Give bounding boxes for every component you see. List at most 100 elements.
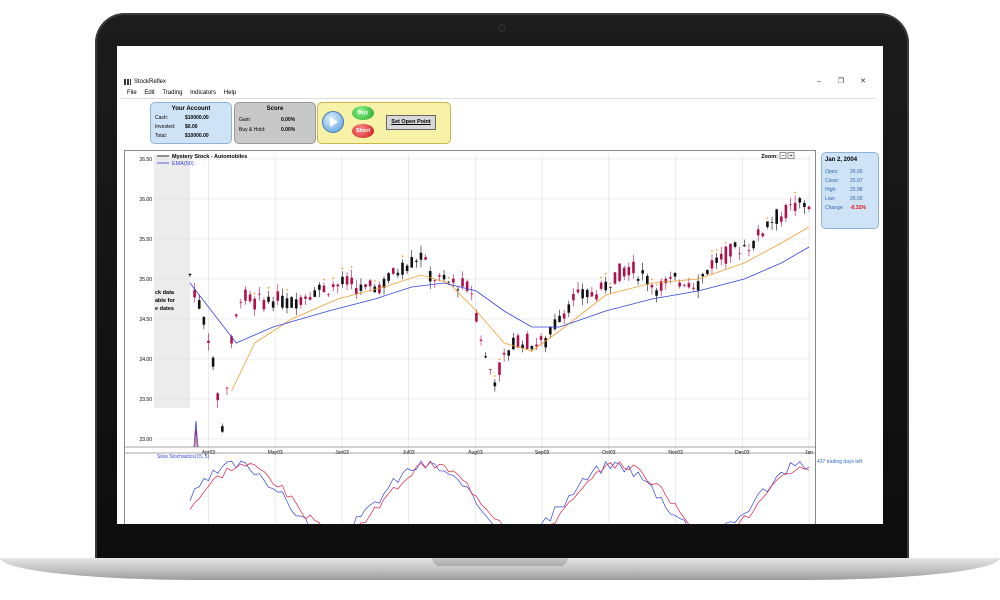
invested-label: Invested: <box>155 124 176 130</box>
candle <box>803 202 806 208</box>
candle <box>729 243 732 257</box>
candle <box>692 287 695 289</box>
candle <box>609 286 612 288</box>
candle <box>438 275 441 277</box>
candle <box>396 272 400 276</box>
stochastic-k-line <box>189 460 810 524</box>
signal-marker <box>711 250 713 252</box>
signal-marker <box>323 278 325 281</box>
close-button[interactable]: ✕ <box>853 76 873 88</box>
score-title: Score <box>266 106 284 112</box>
candle <box>225 387 229 389</box>
zoom-out-icon: − <box>781 154 785 160</box>
candle <box>590 292 594 297</box>
candle <box>391 268 395 274</box>
signal-marker <box>724 241 727 244</box>
menu-indicators[interactable]: Indicators <box>190 88 216 98</box>
candle <box>271 301 275 308</box>
signal-marker <box>655 283 658 286</box>
candle <box>724 246 728 264</box>
candle <box>682 284 686 286</box>
set-open-point-button[interactable]: Set Open Point <box>386 115 436 130</box>
menu-help[interactable]: Help <box>224 88 236 98</box>
low-label: Low: <box>825 196 836 202</box>
y-tick-label: 25.00 <box>139 277 152 283</box>
cash-label: Cash: <box>155 115 169 121</box>
candle <box>581 289 584 299</box>
candle <box>387 273 390 281</box>
candle <box>281 295 284 308</box>
candle <box>285 298 289 309</box>
candle <box>188 273 192 276</box>
menu-trading[interactable]: Trading <box>162 88 182 98</box>
gain-label: Gain: <box>239 117 251 123</box>
candle <box>294 299 298 309</box>
short-button[interactable]: Short <box>352 124 374 138</box>
maximize-button[interactable]: ❐ <box>831 76 851 88</box>
stochastics-label: Slow Stochastics(15, 5) <box>157 454 210 460</box>
quote-date: Jan 2, 2004 <box>825 157 858 163</box>
candle <box>484 356 487 358</box>
candle <box>442 274 446 280</box>
change-label: Change: <box>825 205 844 211</box>
candle <box>257 293 261 295</box>
laptop-notch <box>432 558 568 566</box>
menu-edit[interactable]: Edit <box>144 88 154 98</box>
candle <box>197 300 201 309</box>
candle <box>549 327 552 335</box>
candle <box>604 281 608 291</box>
candle <box>304 296 307 299</box>
y-tick-label: 25.50 <box>139 237 152 243</box>
candle <box>521 344 524 349</box>
low-value: 26.00 <box>850 196 863 202</box>
candle <box>327 294 330 296</box>
menu-file[interactable]: File <box>127 88 137 98</box>
candle <box>710 260 714 269</box>
candle <box>502 352 506 355</box>
no-data-text: ck data <box>155 290 175 296</box>
candle <box>461 278 464 287</box>
candle <box>433 280 437 282</box>
candle <box>539 336 543 340</box>
y-tick-label: 26.50 <box>139 157 152 163</box>
high-label: High: <box>825 187 837 193</box>
minimize-button[interactable]: – <box>809 76 829 88</box>
candle <box>428 271 432 282</box>
candle <box>336 284 340 287</box>
candle <box>572 293 575 301</box>
signal-marker <box>794 191 797 194</box>
candle <box>715 257 718 263</box>
buy-hold-label: Buy & Hold: <box>239 127 266 133</box>
candle <box>636 278 640 281</box>
candle <box>798 198 802 203</box>
candle <box>650 284 654 288</box>
candle <box>779 216 783 222</box>
candle <box>318 284 321 290</box>
candle <box>706 269 709 275</box>
price-chart[interactable]: ck data able for e dates 26.50 26.00 25.50 25.… <box>125 151 815 524</box>
candle <box>622 267 626 277</box>
signal-marker <box>401 255 404 257</box>
candle <box>488 369 492 371</box>
total-label: Total: <box>155 133 167 139</box>
candle <box>202 316 206 325</box>
candle <box>673 273 677 277</box>
candle <box>535 344 538 347</box>
y-tick-label: 26.00 <box>139 197 152 203</box>
candle <box>359 284 363 291</box>
buy-button[interactable]: Buy <box>352 106 374 120</box>
play-icon <box>330 117 338 127</box>
total-value: $10000.00 <box>185 133 209 139</box>
signal-marker <box>609 282 612 285</box>
signal-marker <box>253 292 256 295</box>
play-button[interactable] <box>322 111 344 133</box>
candle <box>738 253 742 255</box>
candle <box>789 204 792 206</box>
candle <box>641 270 645 274</box>
candle <box>207 340 210 343</box>
legend-ema: EMA(50) <box>172 161 194 167</box>
price-chart-panel[interactable]: ck data able for e dates 26.50 26.00 25.50 25.… <box>124 150 816 524</box>
no-data-region <box>154 155 190 408</box>
candle <box>516 335 520 348</box>
candle <box>239 302 243 304</box>
